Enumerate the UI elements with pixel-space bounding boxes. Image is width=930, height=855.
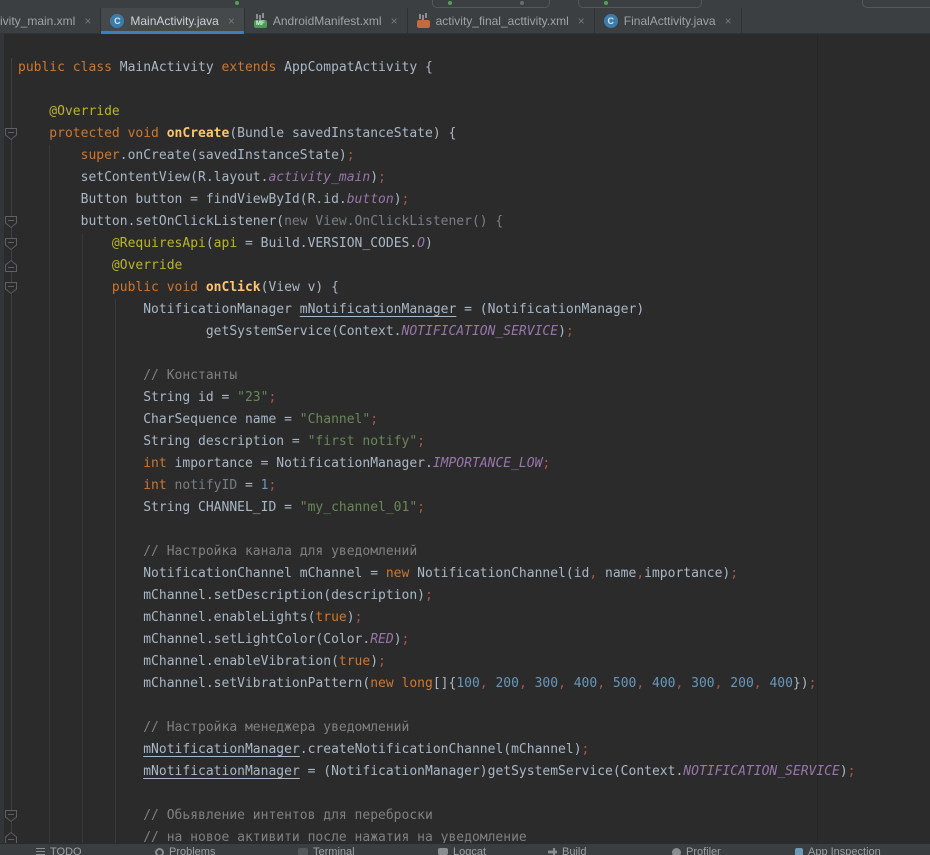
code-line: NotificationManager mNotificationManager… xyxy=(18,299,856,321)
code-line: mChannel.enableLights(true); xyxy=(18,607,856,629)
toolwindow-app-inspection-button[interactable]: App Inspection xyxy=(795,846,881,855)
toolwindow-label: Logcat xyxy=(453,846,486,855)
toolbar-pill[interactable] xyxy=(862,0,930,8)
tab-close-icon[interactable]: × xyxy=(84,15,91,27)
tab-label: activity_final_acttivity.xml xyxy=(436,14,569,28)
code-line xyxy=(18,519,856,541)
problems-icon xyxy=(155,848,164,855)
code-editor[interactable]: public class MainActivity extends AppCom… xyxy=(0,34,930,855)
fold-indicator-line xyxy=(11,58,12,855)
toolwindow-todo-button[interactable]: TODO xyxy=(36,846,82,855)
code-line xyxy=(18,695,856,717)
code-line: getSystemService(Context.NOTIFICATION_SE… xyxy=(18,321,856,343)
code-line: mChannel.enableVibration(true); xyxy=(18,651,856,673)
code-line: button.setOnClickListener(new View.OnCli… xyxy=(18,211,856,233)
code-line: // Настройка менеджера уведомлений xyxy=(18,717,856,739)
tab-close-icon[interactable]: × xyxy=(725,15,732,27)
editor-tab-mainactivity-java[interactable]: C MainActivity.java × xyxy=(101,8,245,33)
fold-marker-icon[interactable] xyxy=(5,238,17,250)
java-class-icon: C xyxy=(604,14,618,28)
toolwindow-label: Profiler xyxy=(686,846,721,855)
toolwindow-terminal-button[interactable]: Terminal xyxy=(298,846,355,855)
code-line: mNotificationManager.createNotificationC… xyxy=(18,739,856,761)
manifest-icon: MF xyxy=(254,14,267,28)
logcat-icon xyxy=(438,848,448,855)
code-line: String description = "first notify"; xyxy=(18,431,856,453)
fold-marker-icon[interactable] xyxy=(5,282,17,294)
tab-close-icon[interactable]: × xyxy=(578,15,585,27)
code-line: public class MainActivity extends AppCom… xyxy=(18,57,856,79)
tab-label: MainActivity.java xyxy=(130,14,218,28)
code-area: public class MainActivity extends AppCom… xyxy=(18,57,856,849)
toolwindow-problems-button[interactable]: Problems xyxy=(155,846,215,855)
code-line: @Override xyxy=(18,101,856,123)
tab-close-icon[interactable]: × xyxy=(391,15,398,27)
code-line: Button button = findViewById(R.id.button… xyxy=(18,189,856,211)
toolwindow-label: App Inspection xyxy=(808,846,881,855)
toolwindow-label: Terminal xyxy=(313,846,355,855)
code-line: protected void onCreate(Bundle savedInst… xyxy=(18,123,856,145)
toolwindow-bar: TODO Problems Terminal Logcat Build Profiler A… xyxy=(0,843,930,855)
code-line: setContentView(R.layout.activity_main); xyxy=(18,167,856,189)
run-dot-icon xyxy=(604,1,608,5)
layout-icon xyxy=(417,14,430,28)
code-line: @RequiresApi(api = Build.VERSION_CODES.O… xyxy=(18,233,856,255)
editor-tab-finalacttivity-java[interactable]: C FinalActtivity.java × xyxy=(595,8,742,33)
run-dot-icon xyxy=(448,1,452,5)
build-icon xyxy=(548,848,557,855)
terminal-icon xyxy=(298,848,308,855)
code-line: mNotificationManager = (NotificationMana… xyxy=(18,761,856,783)
code-line: String CHANNEL_ID = "my_channel_01"; xyxy=(18,497,856,519)
code-line: int importance = NotificationManager.IMP… xyxy=(18,453,856,475)
toolwindow-label: TODO xyxy=(50,846,82,855)
code-line: // Константы xyxy=(18,365,856,387)
todo-icon xyxy=(36,848,45,855)
code-line: String id = "23"; xyxy=(18,387,856,409)
fold-marker-icon[interactable] xyxy=(5,810,17,822)
fold-marker-icon[interactable] xyxy=(5,128,17,140)
code-line: mChannel.setVibrationPattern(new long[]{… xyxy=(18,673,856,695)
toolwindow-label: Build xyxy=(562,846,586,855)
main-toolbar-strip xyxy=(0,0,930,8)
code-line: // Обьявление интентов для переброски xyxy=(18,805,856,827)
code-line: mChannel.setLightColor(Color.RED); xyxy=(18,629,856,651)
java-class-icon: C xyxy=(110,14,124,28)
tab-close-icon[interactable]: × xyxy=(228,15,235,27)
toolwindow-profiler-button[interactable]: Profiler xyxy=(672,846,721,855)
toolwindow-label: Problems xyxy=(169,846,215,855)
device-selector-pill[interactable] xyxy=(578,0,702,8)
profiler-icon xyxy=(672,848,681,855)
fold-marker-icon[interactable] xyxy=(5,260,17,272)
fold-marker-icon[interactable] xyxy=(5,216,17,228)
toolwindow-logcat-button[interactable]: Logcat xyxy=(438,846,486,855)
tab-label: ivity_main.xml xyxy=(0,14,75,28)
code-line: // Настройка канала для уведомлений xyxy=(18,541,856,563)
code-line xyxy=(18,343,856,365)
code-line: public void onClick(View v) { xyxy=(18,277,856,299)
editor-left-edge xyxy=(0,34,4,855)
code-line: CharSequence name = "Channel"; xyxy=(18,409,856,431)
code-line: super.onCreate(savedInstanceState); xyxy=(18,145,856,167)
code-line xyxy=(18,79,856,101)
editor-tab-ivity-main-xml[interactable]: ivity_main.xml × xyxy=(0,8,101,33)
toolwindow-build-button[interactable]: Build xyxy=(548,846,586,855)
editor-tab-bar: ivity_main.xml × C MainActivity.java × MF Andr… xyxy=(0,8,930,34)
run-dot-icon xyxy=(235,1,239,5)
editor-tab-androidmanifest-xml[interactable]: MF AndroidManifest.xml × xyxy=(245,8,408,33)
app-inspection-icon xyxy=(795,848,803,855)
editor-tab-activity-final-acttivity-xml[interactable]: activity_final_acttivity.xml × xyxy=(408,8,595,33)
tab-label: AndroidManifest.xml xyxy=(273,14,382,28)
code-line: @Override xyxy=(18,255,856,277)
code-line: NotificationChannel mChannel = new Notif… xyxy=(18,563,856,585)
code-line: mChannel.setDescription(description); xyxy=(18,585,856,607)
code-line xyxy=(18,783,856,805)
code-line: int notifyID = 1; xyxy=(18,475,856,497)
toolbar-dot-icon xyxy=(520,1,524,5)
tab-label: FinalActtivity.java xyxy=(624,14,716,28)
